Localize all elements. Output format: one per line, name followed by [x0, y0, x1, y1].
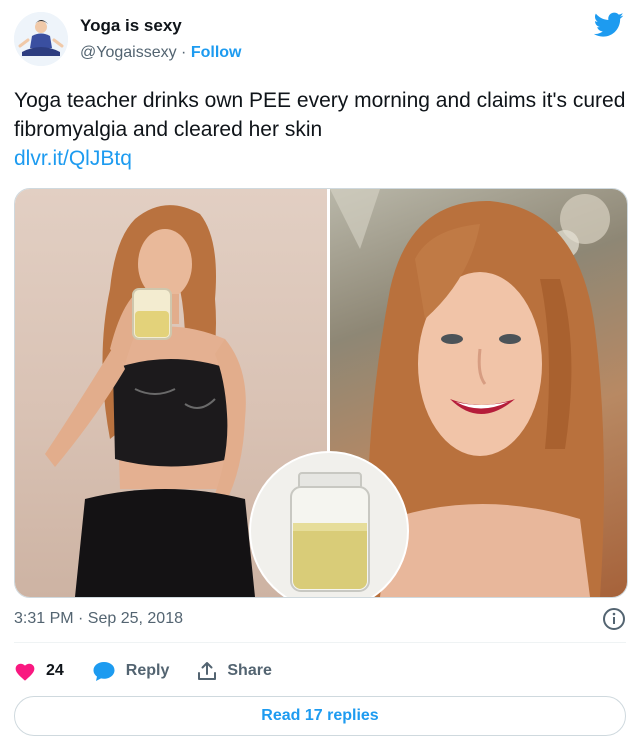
share-button[interactable]: Share	[197, 661, 272, 681]
tweet-actions: 24 Reply Share	[14, 656, 300, 686]
follow-button[interactable]: Follow	[191, 44, 242, 61]
separator-dot: ·	[181, 44, 187, 61]
tweet-media[interactable]	[14, 188, 628, 598]
reply-button[interactable]: Reply	[92, 660, 170, 682]
heart-icon	[15, 663, 35, 681]
jar-inset-photo[interactable]	[249, 451, 409, 597]
reply-bubble-icon	[93, 662, 115, 681]
divider-line	[14, 642, 626, 643]
twitter-bird-icon[interactable]	[594, 12, 624, 38]
share-label: Share	[227, 662, 272, 679]
read-replies-button[interactable]: Read 17 replies	[14, 696, 626, 736]
author-avatar[interactable]	[14, 12, 68, 66]
jar-of-liquid-illustration	[251, 453, 407, 597]
author-handle[interactable]: @Yogaissexy	[80, 44, 177, 61]
tweet-timestamp[interactable]: 3:31 PM · Sep 25, 2018	[14, 610, 183, 628]
share-upload-icon	[198, 662, 217, 680]
tweet-card: Yoga is sexy @Yogaissexy · Follow Yoga t…	[0, 0, 640, 752]
info-icon[interactable]	[602, 607, 626, 631]
reply-label: Reply	[125, 662, 170, 679]
tweet-text: Yoga teacher drinks own PEE every mornin…	[14, 89, 626, 141]
author-name[interactable]: Yoga is sexy	[80, 16, 182, 36]
like-count: 24	[46, 662, 64, 679]
like-button[interactable]: 24	[14, 661, 64, 681]
author-handle-row: @Yogaissexy · Follow	[80, 44, 241, 62]
tweet-link[interactable]: dlvr.it/QlJBtq	[14, 144, 132, 173]
yoga-pose-avatar-icon	[14, 12, 68, 66]
